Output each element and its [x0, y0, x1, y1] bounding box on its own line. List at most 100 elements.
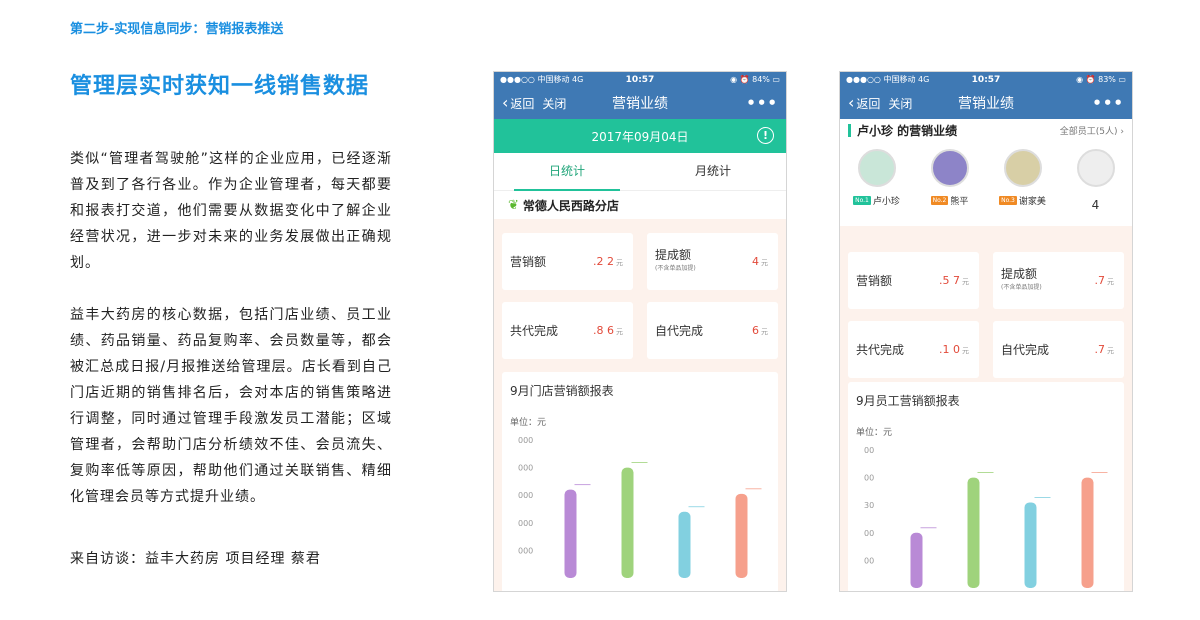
all-staff-link[interactable]: 全部员工(5人) ›	[1060, 124, 1124, 137]
metric-card[interactable]: 营销额 .5 7元	[848, 252, 979, 309]
paragraph-detail: 益丰大药房的核心数据，包括门店业绩、员工业绩、药品销量、药品复购率、会员数量等，…	[70, 307, 392, 505]
phone-store-report: ●●●○○ 中国移动 4G 10:57 ◉ ⏰ 84% ▭ ‹ 返回 关闭 营销…	[493, 71, 787, 592]
step-title: 第二步-实现信息同步：营销报表推送	[70, 22, 284, 37]
back-label: 返回	[856, 96, 881, 111]
info-icon[interactable]: !	[757, 127, 774, 144]
back-button[interactable]: ‹ 返回 关闭	[502, 95, 566, 112]
metric-card[interactable]: 自代完成 6元	[647, 302, 778, 359]
metric-note: (不含单品加提)	[1001, 283, 1042, 291]
chevron-left-icon: ‹	[502, 93, 509, 112]
status-bar: ●●●○○ 中国移动 4G 10:57 ◉ ⏰ 83% ▭	[840, 72, 1132, 87]
y-tick-label: 000	[518, 464, 533, 473]
nav-bar: ‹ 返回 关闭 营销业绩 •••	[840, 87, 1132, 119]
paragraph-intro: 类似“管理者驾驶舱”这样的企业应用，已经逐渐普及到了各行各业。作为企业管理者，每…	[70, 151, 392, 271]
metric-unit: 元	[616, 259, 623, 267]
y-tick-label: 00	[864, 556, 874, 565]
store-sales-chart-card: 9月门店营销额报表 单位：元 000 000 000 000 000	[502, 372, 778, 591]
back-button[interactable]: ‹ 返回 关闭	[848, 95, 912, 112]
metrics-grid: 营销额 .2 2元 提成额 (不含单品加提) 4元 共代完成 .8 6元 自代完成…	[494, 219, 786, 359]
rank-item[interactable]: No.1 卢小珍	[845, 149, 909, 226]
metric-label: 共代完成	[856, 342, 905, 357]
phone-staff-report: ●●●○○ 中国移动 4G 10:57 ◉ ⏰ 83% ▭ ‹ 返回 关闭 营销…	[839, 71, 1133, 592]
date-bar[interactable]: 2017年09月04日 !	[494, 119, 786, 153]
bar-C[interactable]	[678, 511, 691, 578]
metric-unit: 元	[1107, 278, 1114, 286]
bar-D[interactable]	[735, 493, 748, 578]
metric-unit: 元	[761, 259, 768, 267]
metric-label: 营销额	[856, 273, 893, 288]
metric-value: .8 6	[593, 324, 614, 337]
metric-label: 自代完成	[1001, 342, 1050, 357]
y-tick-label: 000	[518, 491, 533, 500]
metric-unit: 元	[1107, 347, 1114, 355]
store-header: ❦ 常德人民西路分店	[494, 191, 786, 219]
metric-unit: 元	[616, 328, 623, 336]
metric-card[interactable]: 提成额 (不含单品加提) .7 元	[993, 252, 1124, 309]
battery-icon: ◉ ⏰ 84% ▭	[730, 75, 780, 84]
rank-badge: No.1	[853, 196, 871, 205]
rank-badge: No.2	[930, 196, 949, 205]
close-button[interactable]: 关闭	[542, 95, 566, 112]
accent-bar	[848, 123, 851, 137]
metric-value: .7	[1094, 274, 1106, 287]
bar-A[interactable]	[910, 532, 923, 588]
rank-item[interactable]: 4	[1064, 149, 1128, 226]
tab-daily[interactable]: 日统计	[494, 153, 640, 191]
staff-name: 熊平	[950, 197, 969, 207]
avatar	[1003, 149, 1042, 187]
metric-card[interactable]: 共代完成 .1 0元	[848, 321, 979, 378]
metric-label: 营销额	[510, 254, 547, 269]
metric-card[interactable]: 提成额 (不含单品加提) 4元	[647, 233, 778, 290]
bar-A[interactable]	[564, 489, 577, 578]
metric-unit: 元	[761, 328, 768, 336]
metric-value: .2 2	[593, 255, 614, 268]
status-bar: ●●●○○ 中国移动 4G 10:57 ◉ ⏰ 84% ▭	[494, 72, 786, 87]
chart-unit: 单位：元	[856, 428, 893, 438]
more-icon[interactable]: •••	[1092, 94, 1124, 112]
metric-unit: 元	[962, 278, 969, 286]
stats-tabs: 日统计 月统计	[494, 153, 786, 191]
metric-note: (不含单品加提)	[655, 264, 696, 272]
performance-header: 卢小珍 的营销业绩 全部员工(5人) ›	[840, 119, 1132, 141]
bar-C[interactable]	[1024, 502, 1037, 588]
store-sales-chart: 000 000 000 000 000	[518, 436, 762, 578]
bar-B[interactable]	[967, 477, 980, 588]
store-name: 常德人民西路分店	[522, 198, 619, 213]
leaf-icon: ❦	[508, 197, 519, 213]
avatar	[1076, 149, 1115, 187]
metric-value: .5 7	[939, 274, 960, 287]
metric-label: 提成额	[1001, 266, 1038, 281]
bar-D[interactable]	[1081, 477, 1094, 588]
close-button[interactable]: 关闭	[888, 95, 912, 112]
metric-label: 自代完成	[655, 323, 704, 338]
tab-monthly[interactable]: 月统计	[640, 153, 786, 190]
rank-item[interactable]: No.3 谢家美	[991, 149, 1055, 226]
rank-item[interactable]: No.2 熊平	[918, 149, 982, 226]
metric-value: .1 0	[939, 343, 960, 356]
staff-name: 谢家美	[1018, 197, 1046, 207]
headline: 管理层实时获知一线销售数据	[70, 74, 370, 99]
metric-card[interactable]: 营销额 .2 2元	[502, 233, 633, 290]
more-icon[interactable]: •••	[746, 94, 778, 112]
avatar	[857, 149, 896, 187]
performance-title: 卢小珍 的营销业绩	[857, 123, 958, 138]
chart-title: 9月员工营销额报表	[856, 394, 960, 408]
chart-unit: 单位：元	[510, 418, 547, 428]
metric-label: 共代完成	[510, 323, 559, 338]
metric-card[interactable]: 自代完成 .7 元	[993, 321, 1124, 378]
metric-label: 提成额	[655, 247, 692, 262]
y-tick-label: 00	[864, 446, 874, 455]
y-tick-label: 000	[518, 436, 533, 445]
metric-unit: 元	[962, 347, 969, 355]
metric-card[interactable]: 共代完成 .8 6元	[502, 302, 633, 359]
staff-sales-chart: 00 00 30 00 00	[864, 446, 1108, 588]
y-tick-label: 00	[864, 474, 874, 483]
y-tick-label: 00	[864, 529, 874, 538]
battery-icon: ◉ ⏰ 83% ▭	[1076, 75, 1126, 84]
date-label: 2017年09月04日	[591, 129, 689, 144]
chart-title: 9月门店营销额报表	[510, 384, 614, 398]
y-tick-label: 000	[518, 546, 533, 555]
staff-name: 卢小珍	[872, 197, 900, 207]
bar-B[interactable]	[621, 467, 634, 578]
staff-ranking: No.1 卢小珍 No.2 熊平 No.3 谢家美 4	[840, 141, 1132, 226]
